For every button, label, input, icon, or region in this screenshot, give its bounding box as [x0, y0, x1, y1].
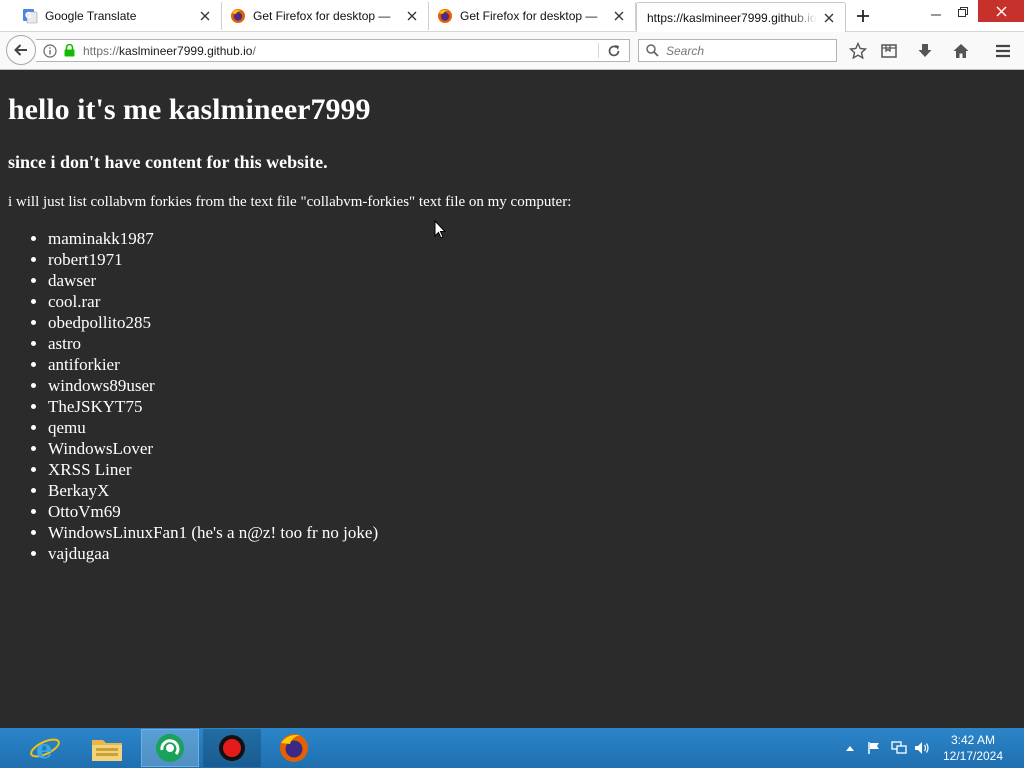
- tab-google-translate[interactable]: G Google Translate: [14, 2, 222, 30]
- tab-title: Get Firefox for desktop —: [460, 9, 598, 23]
- list-item: OttoVm69: [48, 501, 378, 522]
- close-icon: [996, 6, 1006, 16]
- tab-get-firefox-1[interactable]: Get Firefox for desktop —: [222, 2, 429, 30]
- url-host: kaslmineer7999.github.io: [119, 43, 253, 58]
- mouse-pointer-icon: [434, 220, 446, 239]
- url-bar[interactable]: https://kaslmineer7999.github.io/: [36, 39, 630, 62]
- back-button[interactable]: [6, 35, 36, 65]
- google-translate-icon: G: [22, 8, 38, 24]
- hamburger-menu-icon: [996, 44, 1010, 58]
- close-tab-icon[interactable]: [404, 8, 420, 24]
- site-info-icon[interactable]: [43, 43, 57, 58]
- svg-text:e: e: [36, 735, 53, 764]
- minimize-button[interactable]: [922, 0, 950, 24]
- taskbar-app-active[interactable]: [141, 729, 199, 767]
- close-window-button[interactable]: [978, 0, 1024, 22]
- tab-title: Google Translate: [45, 9, 137, 23]
- svg-text:G: G: [25, 11, 32, 20]
- list-item: dawser: [48, 270, 378, 291]
- record-icon: [219, 735, 245, 761]
- minimize-icon: [931, 14, 941, 16]
- bookmarks-menu-button[interactable]: [878, 40, 900, 62]
- close-tab-icon[interactable]: [197, 8, 213, 24]
- url-text[interactable]: https://kaslmineer7999.github.io/: [83, 44, 598, 58]
- home-button[interactable]: [950, 40, 972, 62]
- plus-icon: [857, 10, 869, 22]
- forkies-list: maminakk1987 robert1971 dawser cool.rar …: [8, 228, 378, 564]
- back-arrow-icon: [14, 44, 27, 56]
- speaker-icon: [915, 742, 929, 754]
- close-tab-icon[interactable]: [611, 8, 627, 24]
- bookmarks-icon: [881, 44, 897, 58]
- tab-title: Get Firefox for desktop —: [253, 9, 391, 23]
- list-item: robert1971: [48, 249, 378, 270]
- list-item: TheJSKYT75: [48, 396, 378, 417]
- taskbar-recorder[interactable]: [203, 729, 261, 767]
- list-item: windows89user: [48, 375, 378, 396]
- close-tab-icon[interactable]: [821, 10, 837, 26]
- clock-date: 12/17/2024: [942, 749, 1004, 763]
- show-hidden-icons-button[interactable]: [843, 728, 857, 768]
- tab-title: https://kaslmineer7999.github.io/: [647, 10, 817, 25]
- navigation-toolbar: https://kaslmineer7999.github.io/: [0, 32, 1024, 70]
- lock-icon: [63, 44, 75, 58]
- list-item: antiforkier: [48, 354, 378, 375]
- search-bar[interactable]: [638, 39, 837, 62]
- bookmark-star-button[interactable]: [847, 40, 869, 62]
- list-item: BerkayX: [48, 480, 378, 501]
- network-icon: [891, 741, 907, 754]
- network-button[interactable]: [888, 728, 910, 768]
- list-item: maminakk1987: [48, 228, 378, 249]
- list-item: qemu: [48, 417, 378, 438]
- search-icon: [645, 44, 659, 58]
- internet-explorer-icon: e: [30, 735, 60, 764]
- page-subheading: since i don't have content for this webs…: [8, 152, 328, 172]
- search-input[interactable]: [664, 42, 828, 59]
- list-item: obedpollito285: [48, 312, 378, 333]
- chevron-up-icon: [846, 746, 854, 751]
- taskbar-firefox[interactable]: [265, 729, 323, 767]
- tab-get-firefox-2[interactable]: Get Firefox for desktop —: [429, 2, 636, 30]
- reload-icon: [608, 44, 620, 56]
- flag-icon: [868, 742, 879, 754]
- menu-button[interactable]: [992, 40, 1014, 62]
- tab-kaslmineer-active[interactable]: https://kaslmineer7999.github.io/: [636, 2, 846, 32]
- download-icon: [918, 44, 932, 57]
- firefox-icon: [280, 734, 308, 762]
- green-swirl-app-icon: [156, 734, 184, 762]
- list-item: cool.rar: [48, 291, 378, 312]
- restore-button[interactable]: [950, 0, 976, 24]
- home-icon: [953, 44, 969, 58]
- page-content: hello it's me kaslmineer7999 since i don…: [0, 70, 1024, 728]
- list-item: astro: [48, 333, 378, 354]
- restore-icon: [958, 7, 968, 17]
- list-item: WindowsLinuxFan1 (he's a n@z! too fr no …: [48, 522, 378, 543]
- taskbar-clock[interactable]: 3:42 AM 12/17/2024: [938, 732, 1008, 764]
- list-item: XRSS Liner: [48, 459, 378, 480]
- new-tab-button[interactable]: [852, 5, 874, 27]
- url-scheme: https://: [83, 43, 120, 58]
- list-item: vajdugaa: [48, 543, 378, 564]
- taskbar: e 3:42 AM 12/17/2024: [0, 728, 1024, 768]
- list-item: WindowsLover: [48, 438, 378, 459]
- firefox-icon: [230, 8, 246, 24]
- star-icon: [849, 42, 867, 60]
- firefox-icon: [437, 8, 453, 24]
- action-center-button[interactable]: [864, 728, 884, 768]
- url-path: /: [252, 43, 256, 58]
- taskbar-internet-explorer[interactable]: e: [16, 729, 74, 767]
- taskbar-file-explorer[interactable]: [78, 729, 136, 767]
- reload-button[interactable]: [599, 40, 629, 61]
- clock-time: 3:42 AM: [950, 733, 996, 747]
- page-heading: hello it's me kaslmineer7999: [8, 93, 371, 126]
- folder-icon: [92, 740, 122, 761]
- intro-paragraph: i will just list collabvm forkies from t…: [8, 194, 572, 210]
- downloads-button[interactable]: [914, 40, 936, 62]
- volume-button[interactable]: [912, 728, 932, 768]
- tab-strip: G Google Translate Get Firefox for deskt…: [0, 0, 1024, 32]
